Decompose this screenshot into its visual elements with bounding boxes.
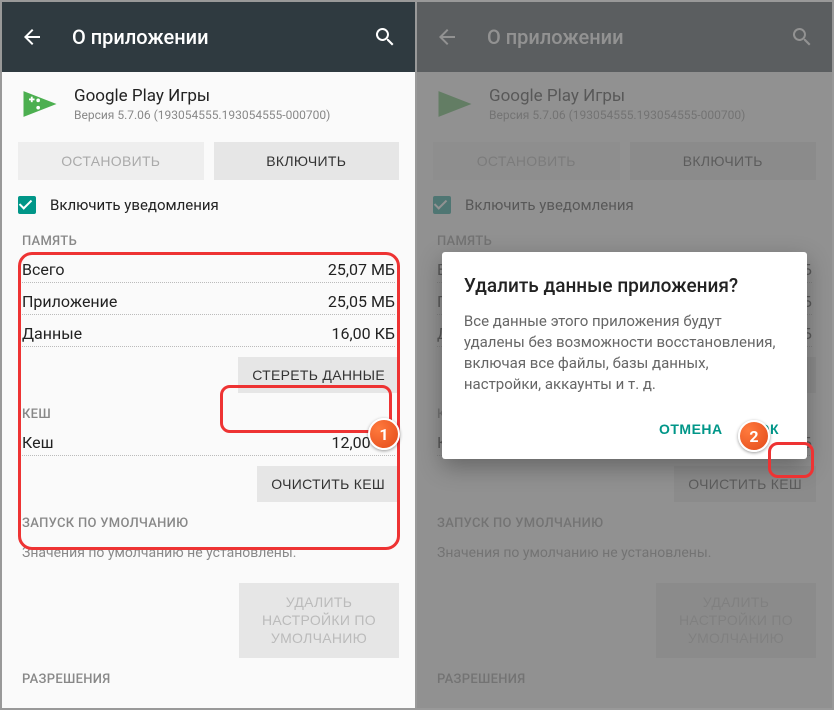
appbar: О приложении [2, 2, 415, 72]
clear-defaults-button: УДАЛИТЬ НАСТРОЙКИ ПО УМОЛЧАНИЮ [239, 583, 399, 658]
storage-header: ПАМЯТЬ [2, 228, 415, 251]
app-version: Версия 5.7.06 (193054555.193054555-00070… [74, 108, 330, 122]
clear-data-button[interactable]: СТЕРЕТЬ ДАННЫЕ [238, 357, 399, 393]
dialog-cancel-button[interactable]: ОТМЕНА [653, 413, 729, 445]
appbar-title: О приложении [72, 25, 373, 49]
clear-cache-button[interactable]: ОЧИСТИТЬ КЕШ [257, 466, 399, 502]
annotation-badge-2: 2 [738, 420, 770, 452]
permissions-header: РАЗРЕШЕНИЯ [2, 666, 415, 689]
search-icon[interactable] [373, 25, 397, 49]
screen-app-info: О приложении Google Play Игры Версия 5.7… [2, 2, 417, 708]
action-buttons: ОСТАНОВИТЬ ВКЛЮЧИТЬ [2, 134, 415, 190]
notifications-row[interactable]: Включить уведомления [2, 190, 415, 228]
app-icon [18, 82, 62, 126]
stop-button: ОСТАНОВИТЬ [18, 142, 204, 180]
notifications-label: Включить уведомления [50, 196, 219, 214]
checkbox-checked-icon[interactable] [18, 196, 36, 214]
back-icon[interactable] [20, 25, 44, 49]
annotation-badge-1: 1 [368, 418, 400, 450]
modal-overlay: Удалить данные приложения? Все данные эт… [417, 2, 832, 708]
storage-total: Всего25,07 МБ [22, 251, 395, 283]
storage-data: Данные16,00 КБ [22, 315, 395, 347]
defaults-header: ЗАПУСК ПО УМОЛЧАНИЮ [2, 510, 415, 533]
dialog-body: Все данные этого приложения будут удален… [464, 311, 785, 395]
cache-row: Кеш12,00 КБ [22, 424, 395, 456]
defaults-text: Значения по умолчанию не установлены. [2, 533, 415, 573]
screen-app-info-dialog: О приложении Google Play Игры Версия 5.7… [417, 2, 832, 708]
app-header: Google Play Игры Версия 5.7.06 (19305455… [2, 72, 415, 134]
dialog-title: Удалить данные приложения? [464, 274, 785, 297]
storage-app: Приложение25,05 МБ [22, 283, 395, 315]
enable-button[interactable]: ВКЛЮЧИТЬ [214, 142, 400, 180]
cache-header: КЕШ [2, 401, 415, 424]
app-name: Google Play Игры [74, 86, 330, 106]
